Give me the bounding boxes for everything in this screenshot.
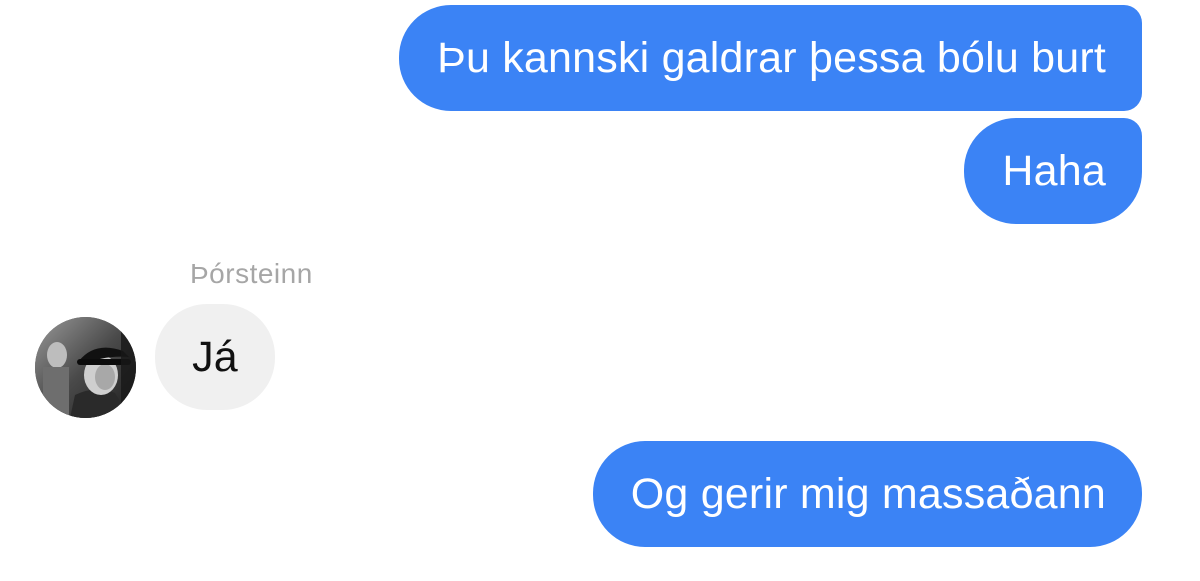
message-text: Þu kannski galdrar þessa bólu burt xyxy=(437,33,1106,82)
sender-name: Þórsteinn xyxy=(190,258,313,289)
message-text: Haha xyxy=(1002,146,1106,195)
outgoing-message-bubble[interactable]: Þu kannski galdrar þessa bólu burt xyxy=(399,5,1142,111)
outgoing-message-bubble[interactable]: Og gerir mig massaðann xyxy=(592,441,1142,547)
outgoing-message-bubble[interactable]: Haha xyxy=(964,118,1142,224)
user-avatar-icon[interactable] xyxy=(35,317,136,418)
message-text: Og gerir mig massaðann xyxy=(630,469,1106,518)
message-text: Já xyxy=(192,332,238,381)
incoming-message-bubble[interactable]: Já xyxy=(155,304,275,410)
